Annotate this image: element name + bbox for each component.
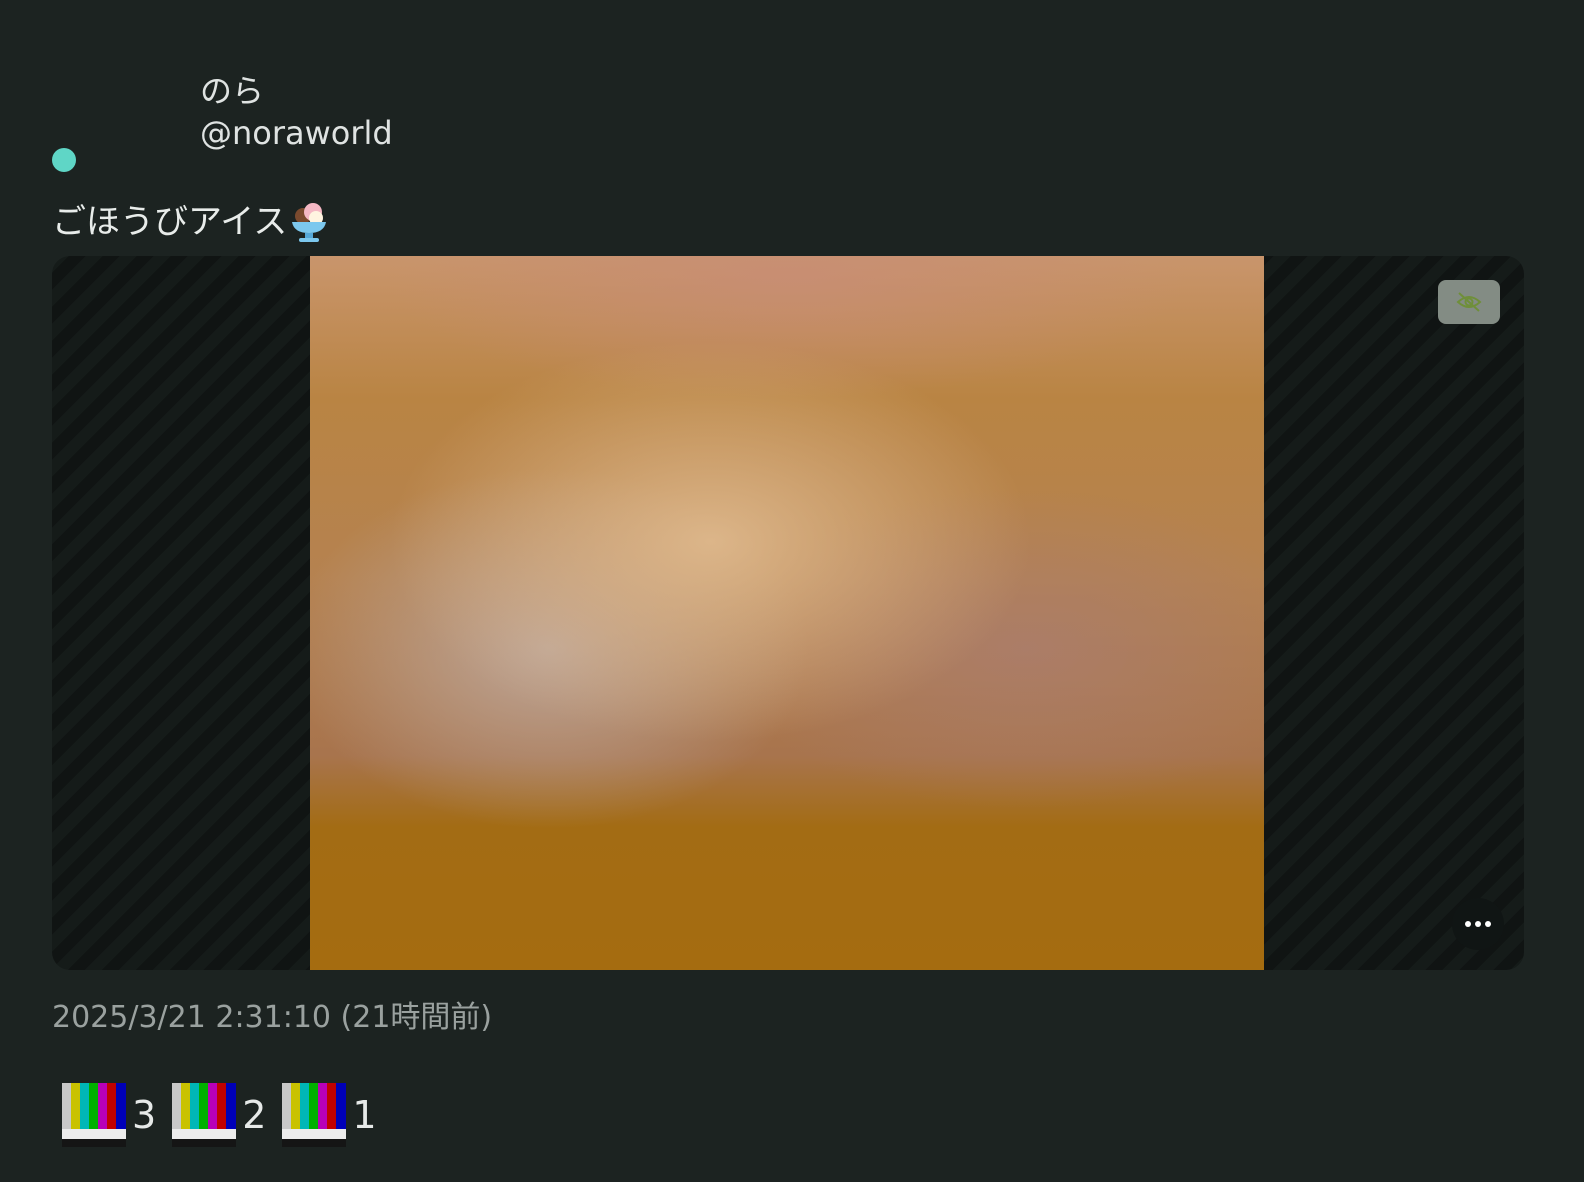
reaction-button[interactable]: 1 xyxy=(282,1080,380,1150)
reaction-button[interactable]: 2 xyxy=(172,1080,270,1150)
note-timestamp[interactable]: 2025/3/21 2:31:10 (21時間前) xyxy=(52,998,492,1038)
reaction-count: 1 xyxy=(352,1093,377,1137)
note-text: ごほうびアイス xyxy=(52,200,329,244)
color-bars-icon xyxy=(62,1083,126,1147)
reaction-count: 3 xyxy=(132,1093,157,1137)
color-bars-icon xyxy=(172,1083,237,1147)
blurred-image[interactable] xyxy=(310,256,1264,970)
media-container[interactable] xyxy=(52,256,1524,970)
user-info[interactable]: のら @noraworld xyxy=(200,70,393,154)
eye-slash-icon xyxy=(1456,292,1482,312)
note-text-content: ごほうびアイス xyxy=(52,202,288,242)
media-more-button[interactable] xyxy=(1452,898,1504,950)
hide-media-button[interactable] xyxy=(1438,280,1500,324)
ice-cream-icon xyxy=(292,203,327,242)
online-status-indicator xyxy=(52,148,76,172)
more-horizontal-icon xyxy=(1465,921,1491,927)
display-name[interactable]: のら xyxy=(200,70,393,112)
reaction-button[interactable]: 3 xyxy=(62,1080,160,1150)
username[interactable]: @noraworld xyxy=(200,112,393,154)
color-bars-icon xyxy=(282,1083,347,1147)
reaction-count: 2 xyxy=(242,1093,267,1137)
reactions-list: 3 2 1 xyxy=(62,1080,381,1150)
